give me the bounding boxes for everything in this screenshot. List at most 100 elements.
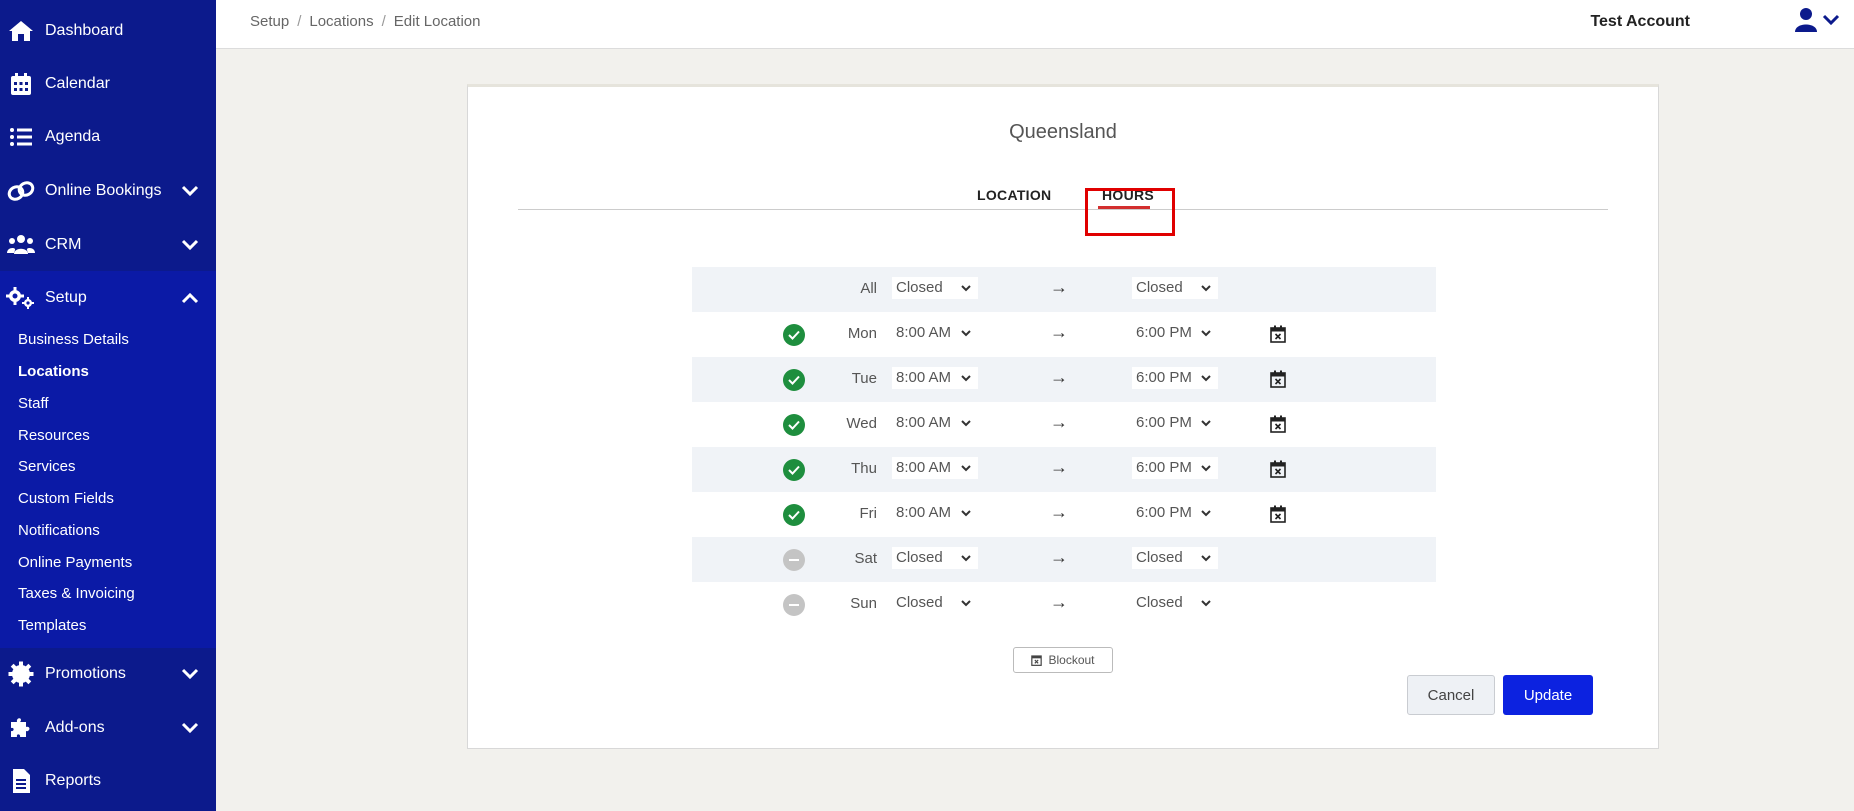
- hours-row-tue: Tue 8:00 AM → 6:00 PM: [692, 357, 1436, 402]
- sub-resources[interactable]: Resources: [18, 427, 90, 444]
- account-name[interactable]: Test Account: [1590, 13, 1690, 31]
- nav-label: CRM: [45, 235, 82, 253]
- top-bar: Setup / Locations / Edit Location Test Accou…: [216, 0, 1854, 49]
- open-time-value: 8:00 AM: [896, 414, 952, 431]
- breadcrumb-separator: /: [297, 13, 302, 30]
- day-label: Tue: [851, 370, 877, 387]
- nav-online-bookings[interactable]: Online Bookings: [0, 164, 216, 217]
- hours-row-thu: Thu 8:00 AM → 6:00 PM: [692, 447, 1436, 492]
- chevron-down-icon: [961, 555, 971, 562]
- sub-business-details[interactable]: Business Details: [18, 331, 129, 348]
- nav-add-ons[interactable]: Add-ons: [0, 701, 216, 754]
- close-time-select[interactable]: 6:00 PM: [1132, 502, 1218, 524]
- open-status-toggle[interactable]: [783, 369, 805, 391]
- sub-locations[interactable]: Locations: [18, 363, 89, 380]
- open-time-value: 8:00 AM: [896, 459, 952, 476]
- chevron-down-icon: [961, 375, 971, 382]
- open-time-select[interactable]: 8:00 AM: [892, 457, 978, 479]
- close-time-select[interactable]: 6:00 PM: [1132, 322, 1218, 344]
- close-time-select[interactable]: Closed: [1132, 277, 1218, 299]
- hours-row-mon: Mon 8:00 AM → 6:00 PM: [692, 312, 1436, 357]
- calendar-x-icon[interactable]: [1270, 505, 1286, 523]
- open-time-select[interactable]: Closed: [892, 592, 978, 614]
- calendar-x-icon[interactable]: [1270, 415, 1286, 433]
- edit-location-card: Queensland LOCATION HOURS All Closed → C…: [467, 84, 1659, 749]
- open-time-value: 8:00 AM: [896, 324, 952, 341]
- nav-agenda[interactable]: Agenda: [0, 110, 216, 163]
- hours-row-sun: Sun Closed → Closed: [692, 582, 1436, 627]
- hours-row-all: All Closed → Closed: [692, 267, 1436, 312]
- sidebar: Dashboard Calendar Agenda Online Booking…: [0, 0, 216, 811]
- hours-table: All Closed → Closed Mon 8:00 AM → 6:00 P…: [692, 267, 1436, 627]
- user-icon: [1794, 7, 1818, 38]
- nav-label: Setup: [45, 288, 87, 306]
- arrow-icon: →: [1050, 457, 1068, 477]
- calendar-x-icon[interactable]: [1270, 325, 1286, 343]
- update-button[interactable]: Update: [1503, 675, 1593, 715]
- open-status-toggle[interactable]: [783, 414, 805, 436]
- sub-templates[interactable]: Templates: [18, 617, 86, 634]
- close-time-select[interactable]: 6:00 PM: [1132, 412, 1218, 434]
- sub-services[interactable]: Services: [18, 458, 76, 475]
- open-status-toggle[interactable]: [783, 504, 805, 526]
- day-label: Fri: [859, 505, 878, 522]
- day-label: Wed: [846, 415, 877, 432]
- chevron-down-icon: [1201, 375, 1211, 382]
- close-time-select[interactable]: 6:00 PM: [1132, 457, 1218, 479]
- open-time-select[interactable]: 8:00 AM: [892, 502, 978, 524]
- sub-notifications[interactable]: Notifications: [18, 522, 100, 539]
- calendar-icon: [6, 69, 36, 99]
- user-menu[interactable]: [1794, 6, 1842, 38]
- close-time-select[interactable]: 6:00 PM: [1132, 367, 1218, 389]
- cancel-button[interactable]: Cancel: [1407, 675, 1495, 715]
- sub-staff[interactable]: Staff: [18, 395, 49, 412]
- highlight-box: [1085, 188, 1175, 236]
- open-status-toggle[interactable]: [783, 459, 805, 481]
- breadcrumb-locations[interactable]: Locations: [309, 13, 373, 30]
- chevron-down-icon: [1822, 13, 1840, 31]
- nav-label: Dashboard: [45, 21, 124, 39]
- tab-location[interactable]: LOCATION: [977, 187, 1051, 203]
- nav-label: Agenda: [45, 127, 101, 145]
- chevron-down-icon: [961, 510, 971, 517]
- arrow-icon: →: [1050, 367, 1068, 387]
- sub-online-payments[interactable]: Online Payments: [18, 554, 132, 571]
- link-icon: [6, 176, 36, 206]
- open-status-toggle[interactable]: [783, 324, 805, 346]
- minus-icon: [789, 604, 799, 606]
- setup-submenu: Business Details Locations Staff Resourc…: [0, 322, 216, 648]
- chevron-down-icon: [1201, 330, 1211, 337]
- closed-status-toggle[interactable]: [783, 594, 805, 616]
- calendar-x-icon[interactable]: [1270, 370, 1286, 388]
- nav-crm[interactable]: CRM: [0, 218, 216, 271]
- nav-label: Add-ons: [45, 718, 105, 736]
- open-time-select[interactable]: 8:00 AM: [892, 367, 978, 389]
- breadcrumb-current: Edit Location: [393, 13, 481, 30]
- nav-reports[interactable]: Reports: [0, 754, 216, 807]
- calendar-x-icon[interactable]: [1270, 460, 1286, 478]
- nav-promotions[interactable]: Promotions: [0, 647, 216, 700]
- close-time-select[interactable]: Closed: [1132, 592, 1218, 614]
- open-time-select[interactable]: 8:00 AM: [892, 412, 978, 434]
- check-icon: [788, 465, 800, 475]
- home-icon: [6, 16, 36, 46]
- open-time-select[interactable]: Closed: [892, 547, 978, 569]
- sub-taxes-invoicing[interactable]: Taxes & Invoicing: [18, 585, 135, 602]
- hours-row-sat: Sat Closed → Closed: [692, 537, 1436, 582]
- nav-setup[interactable]: Setup: [0, 271, 216, 324]
- chevron-down-icon: [180, 664, 200, 684]
- close-time-select[interactable]: Closed: [1132, 547, 1218, 569]
- nav-dashboard[interactable]: Dashboard: [0, 4, 216, 57]
- open-time-select[interactable]: 8:00 AM: [892, 322, 978, 344]
- blockout-button[interactable]: Blockout: [1013, 647, 1113, 673]
- close-time-value: 6:00 PM: [1136, 459, 1192, 476]
- tab-bar: LOCATION HOURS: [518, 177, 1608, 210]
- chevron-down-icon: [180, 718, 200, 738]
- nav-calendar[interactable]: Calendar: [0, 57, 216, 110]
- closed-status-toggle[interactable]: [783, 549, 805, 571]
- open-time-select[interactable]: Closed: [892, 277, 978, 299]
- open-time-value: Closed: [896, 594, 943, 611]
- chevron-up-icon: [180, 288, 200, 308]
- breadcrumb-setup[interactable]: Setup: [250, 13, 289, 30]
- sub-custom-fields[interactable]: Custom Fields: [18, 490, 114, 507]
